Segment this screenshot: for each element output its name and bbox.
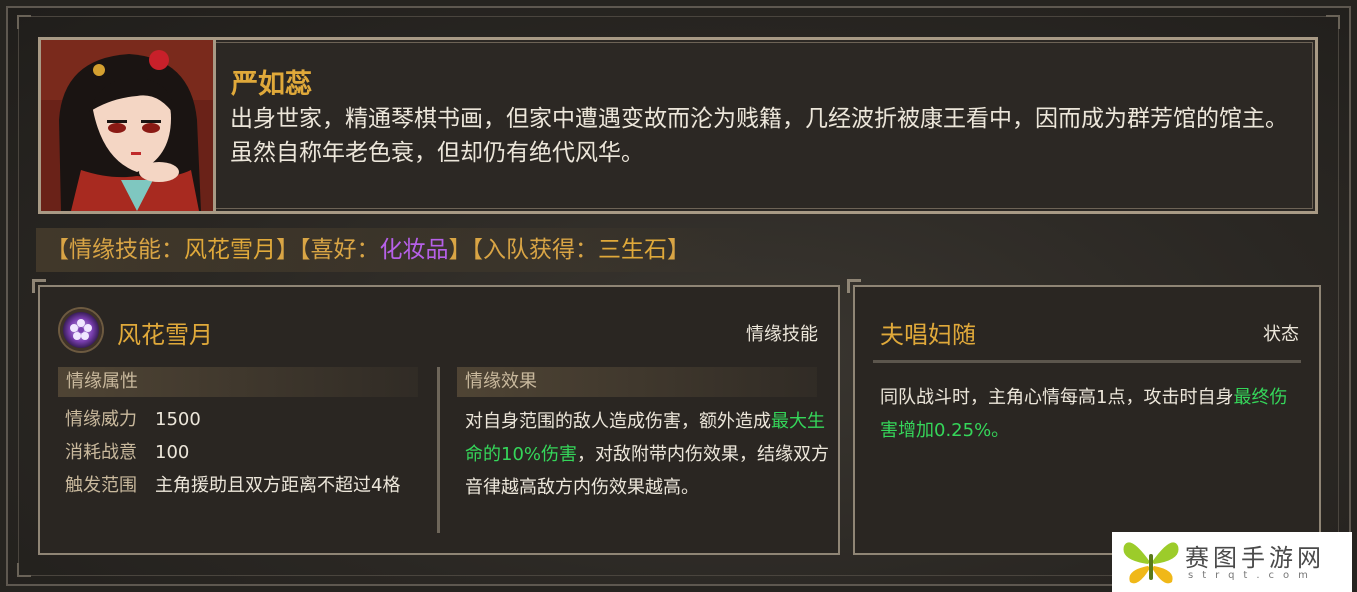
attribute-value: 主角援助且双方距离不超过4格 [155, 475, 401, 496]
attribute-row: 消耗战意 100 [65, 441, 189, 465]
status-panel: 夫唱妇随 状态 同队战斗时，主角心情每高1点，攻击时自身最终伤害增加0.25%。 [847, 279, 1321, 555]
attribute-row: 触发范围 主角援助且双方距离不超过4格 [65, 474, 400, 498]
attribute-row: 情缘威力 1500 [65, 408, 201, 432]
panel-corner [847, 279, 861, 293]
attribute-key: 情缘威力 [65, 409, 137, 430]
skill-name: 风花雪月 [117, 321, 213, 349]
frame-corner [1326, 15, 1340, 29]
column-divider [437, 367, 440, 533]
bracket-close: 】 [448, 237, 472, 263]
watermark-text: 赛图手游网 [1185, 544, 1325, 572]
bracket-open: 【 [471, 237, 484, 263]
bracket-close: 】 [667, 237, 690, 263]
butterfly-logo-icon [1123, 542, 1179, 584]
frame-corner [17, 15, 31, 29]
attribute-key: 触发范围 [65, 475, 137, 496]
skill-type-tag: 情缘技能 [746, 324, 818, 345]
bracket-open: 【 [299, 237, 311, 263]
effect-text-part: 对自身范围的敌人造成伤害，额外造成 [465, 411, 771, 432]
bracket-open: 【 [46, 237, 69, 263]
attribute-key: 消耗战意 [65, 442, 137, 463]
attribute-header: 情缘属性 [58, 367, 418, 397]
effect-header: 情缘效果 [457, 367, 817, 397]
attribute-value: 1500 [155, 409, 201, 430]
flower-emblem-icon [60, 309, 102, 351]
skill-value: 风花雪月 [184, 237, 276, 263]
character-portrait [41, 40, 216, 211]
panel-corner [32, 279, 46, 293]
frame-corner [17, 563, 31, 577]
character-header-card: 严如蕊 出身世家，精通琴棋书画，但家中遭遇变故而沦为贱籍，几经波折被康王看中，因… [38, 37, 1318, 214]
attribute-value: 100 [155, 442, 190, 463]
bracket-close: 】 [276, 237, 299, 263]
hobby-label: 喜好： [310, 237, 380, 263]
character-name: 严如蕊 [231, 69, 312, 100]
character-info-bar: 【情缘技能：风花雪月】【喜好：化妆品】【入队获得：三生石】 [36, 228, 756, 272]
watermark-subtext: strqt.com [1188, 570, 1317, 581]
skill-label: 情缘技能： [69, 237, 184, 263]
status-name: 夫唱妇随 [880, 321, 976, 349]
join-reward-value: 三生石 [598, 237, 667, 263]
character-portrait-art [41, 40, 213, 211]
skill-panel: 风花雪月 情缘技能 情缘属性 情缘威力 1500 消耗战意 100 触发范围 主角援助… [32, 279, 840, 555]
flower-emblem-glyph [70, 319, 92, 340]
status-type-tag: 状态 [1263, 324, 1299, 345]
status-effect-text: 同队战斗时，主角心情每高1点，攻击时自身最终伤害增加0.25%。 [880, 381, 1300, 447]
skill-effect-text: 对自身范围的敌人造成伤害，额外造成最大生命的10%伤害，对敌附带内伤效果，结缘双… [465, 405, 830, 504]
site-watermark: 赛图手游网 strqt.com [1112, 532, 1352, 592]
status-text-part: 同队战斗时，主角心情每高1点，攻击时自身 [880, 387, 1234, 408]
character-description: 出身世家，精通琴棋书画，但家中遭遇变故而沦为贱籍，几经波折被康王看中，因而成为群… [230, 106, 1288, 166]
hobby-value: 化妆品 [379, 237, 449, 263]
join-reward-label: 入队获得： [483, 237, 598, 263]
status-divider [873, 360, 1301, 363]
